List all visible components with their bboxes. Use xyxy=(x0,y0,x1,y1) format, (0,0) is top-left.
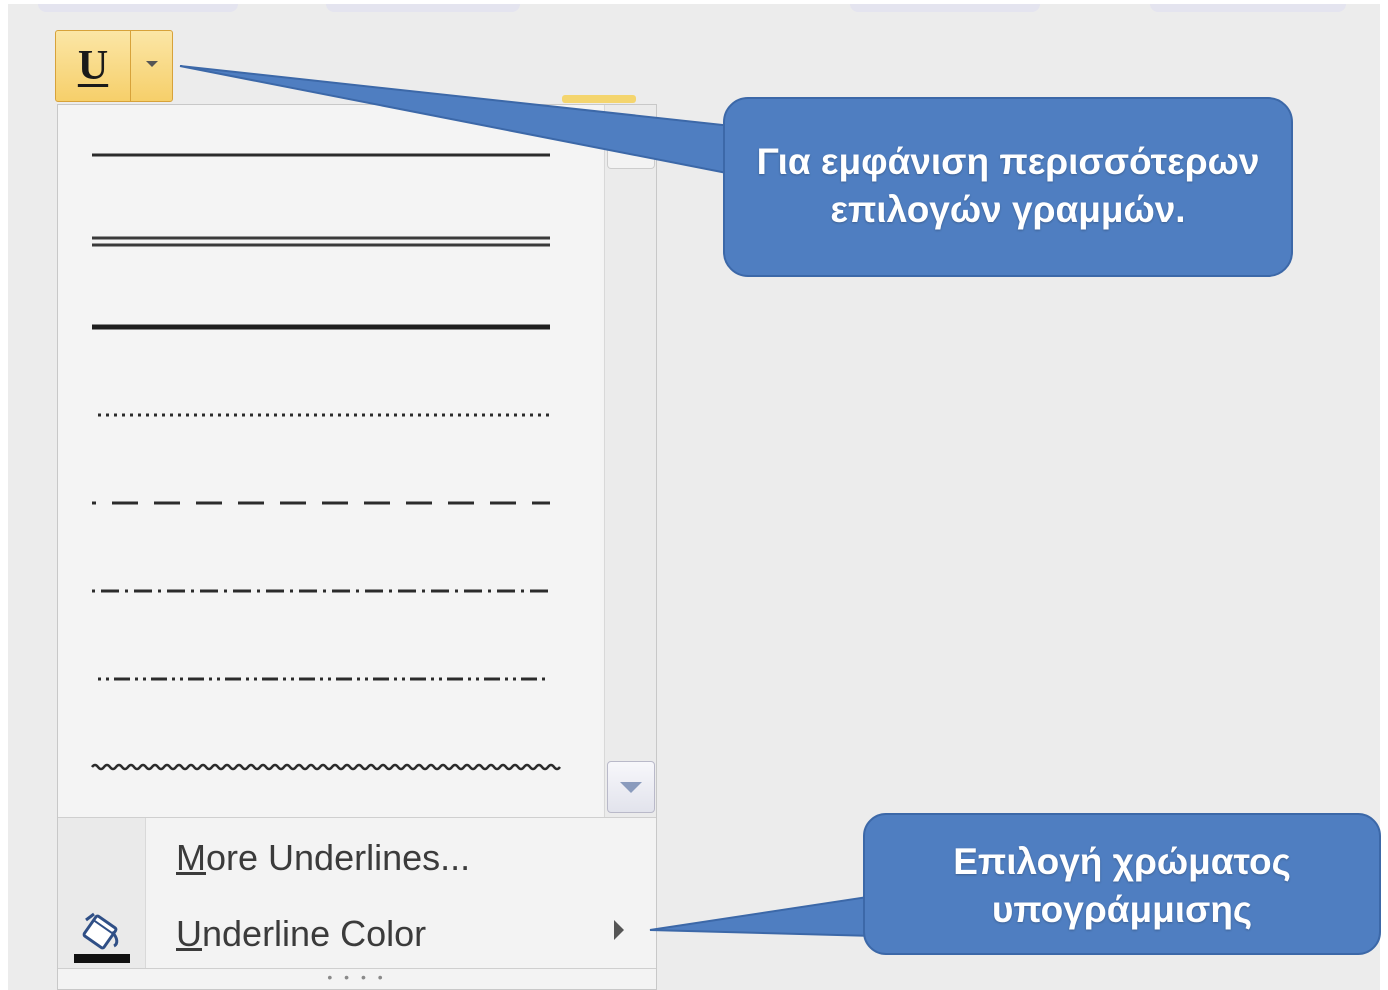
underline-icon: U xyxy=(77,43,109,89)
dashed-line-swatch xyxy=(92,501,550,505)
underline-style-dot-dash[interactable] xyxy=(58,547,603,635)
wave-line-swatch xyxy=(91,763,561,771)
underline-split-button[interactable]: U xyxy=(55,30,173,102)
more-underlines-rest: ore Underlines... xyxy=(206,837,471,878)
more-underlines-label: More Underlines... xyxy=(176,838,470,878)
gallery-scroll-down-button[interactable] xyxy=(607,761,655,813)
menu-resize-grip[interactable]: • • • • xyxy=(58,968,656,990)
underline-style-thick[interactable] xyxy=(58,283,603,371)
ribbon-ghost-highlight xyxy=(562,95,636,103)
underline-style-dashed[interactable] xyxy=(58,459,603,547)
ribbon-ghost-left xyxy=(38,4,238,12)
ribbon-ghost-right xyxy=(850,4,1040,12)
chevron-down-icon xyxy=(620,781,642,793)
gallery-scrollbar[interactable] xyxy=(604,105,656,817)
callout-more-lines: Για εμφάνιση περισσότερων επιλογών γραμμ… xyxy=(728,138,1288,234)
thick-line-swatch xyxy=(92,324,550,330)
double-line-swatch xyxy=(92,236,550,247)
underline-style-wave[interactable] xyxy=(58,723,603,811)
more-underlines-access-key: M xyxy=(176,837,206,878)
paint-bucket-icon xyxy=(74,912,130,963)
scroll-up-area[interactable] xyxy=(607,119,655,169)
underline-menu-commands: More Underlines... Underline Color xyxy=(58,818,656,968)
underline-button[interactable]: U xyxy=(56,31,131,101)
underline-style-double[interactable] xyxy=(58,197,603,285)
chevron-down-icon xyxy=(145,61,158,67)
callout-color-line2: υπογράμμισης xyxy=(991,889,1253,930)
underline-style-single[interactable] xyxy=(58,111,603,199)
single-line-swatch xyxy=(92,153,550,157)
dot-dash-line-swatch xyxy=(92,589,550,593)
underline-color-label: Underline Color xyxy=(176,914,426,954)
callout-color-line1: Επιλογή χρώματος xyxy=(953,841,1291,882)
underline-dropdown-menu: More Underlines... Underline Color • • •… xyxy=(57,104,657,990)
dotted-line-swatch xyxy=(98,413,550,417)
callout-more-lines-line1: Για εμφάνιση περισσότερων xyxy=(756,141,1260,182)
underline-style-dotted[interactable] xyxy=(58,371,603,459)
underline-dropdown-button[interactable] xyxy=(131,31,172,101)
underline-color-item[interactable]: Underline Color xyxy=(58,896,656,968)
underline-style-gallery xyxy=(58,105,603,817)
underline-color-rest: nderline Color xyxy=(202,913,427,954)
ribbon-ghost-far-right xyxy=(1150,4,1346,12)
more-underlines-item[interactable]: More Underlines... xyxy=(58,820,656,892)
chevron-right-icon xyxy=(614,920,624,940)
dot-dot-dash-line-swatch xyxy=(98,677,550,681)
callout-underline-color: Επιλογή χρώματος υπογράμμισης xyxy=(868,838,1376,934)
underline-style-dot-dot-dash[interactable] xyxy=(58,635,603,723)
ribbon-ghost-mid xyxy=(326,4,520,12)
callout-more-lines-line2: επιλογών γραμμών. xyxy=(830,189,1186,230)
underline-color-access-key: U xyxy=(176,913,202,954)
